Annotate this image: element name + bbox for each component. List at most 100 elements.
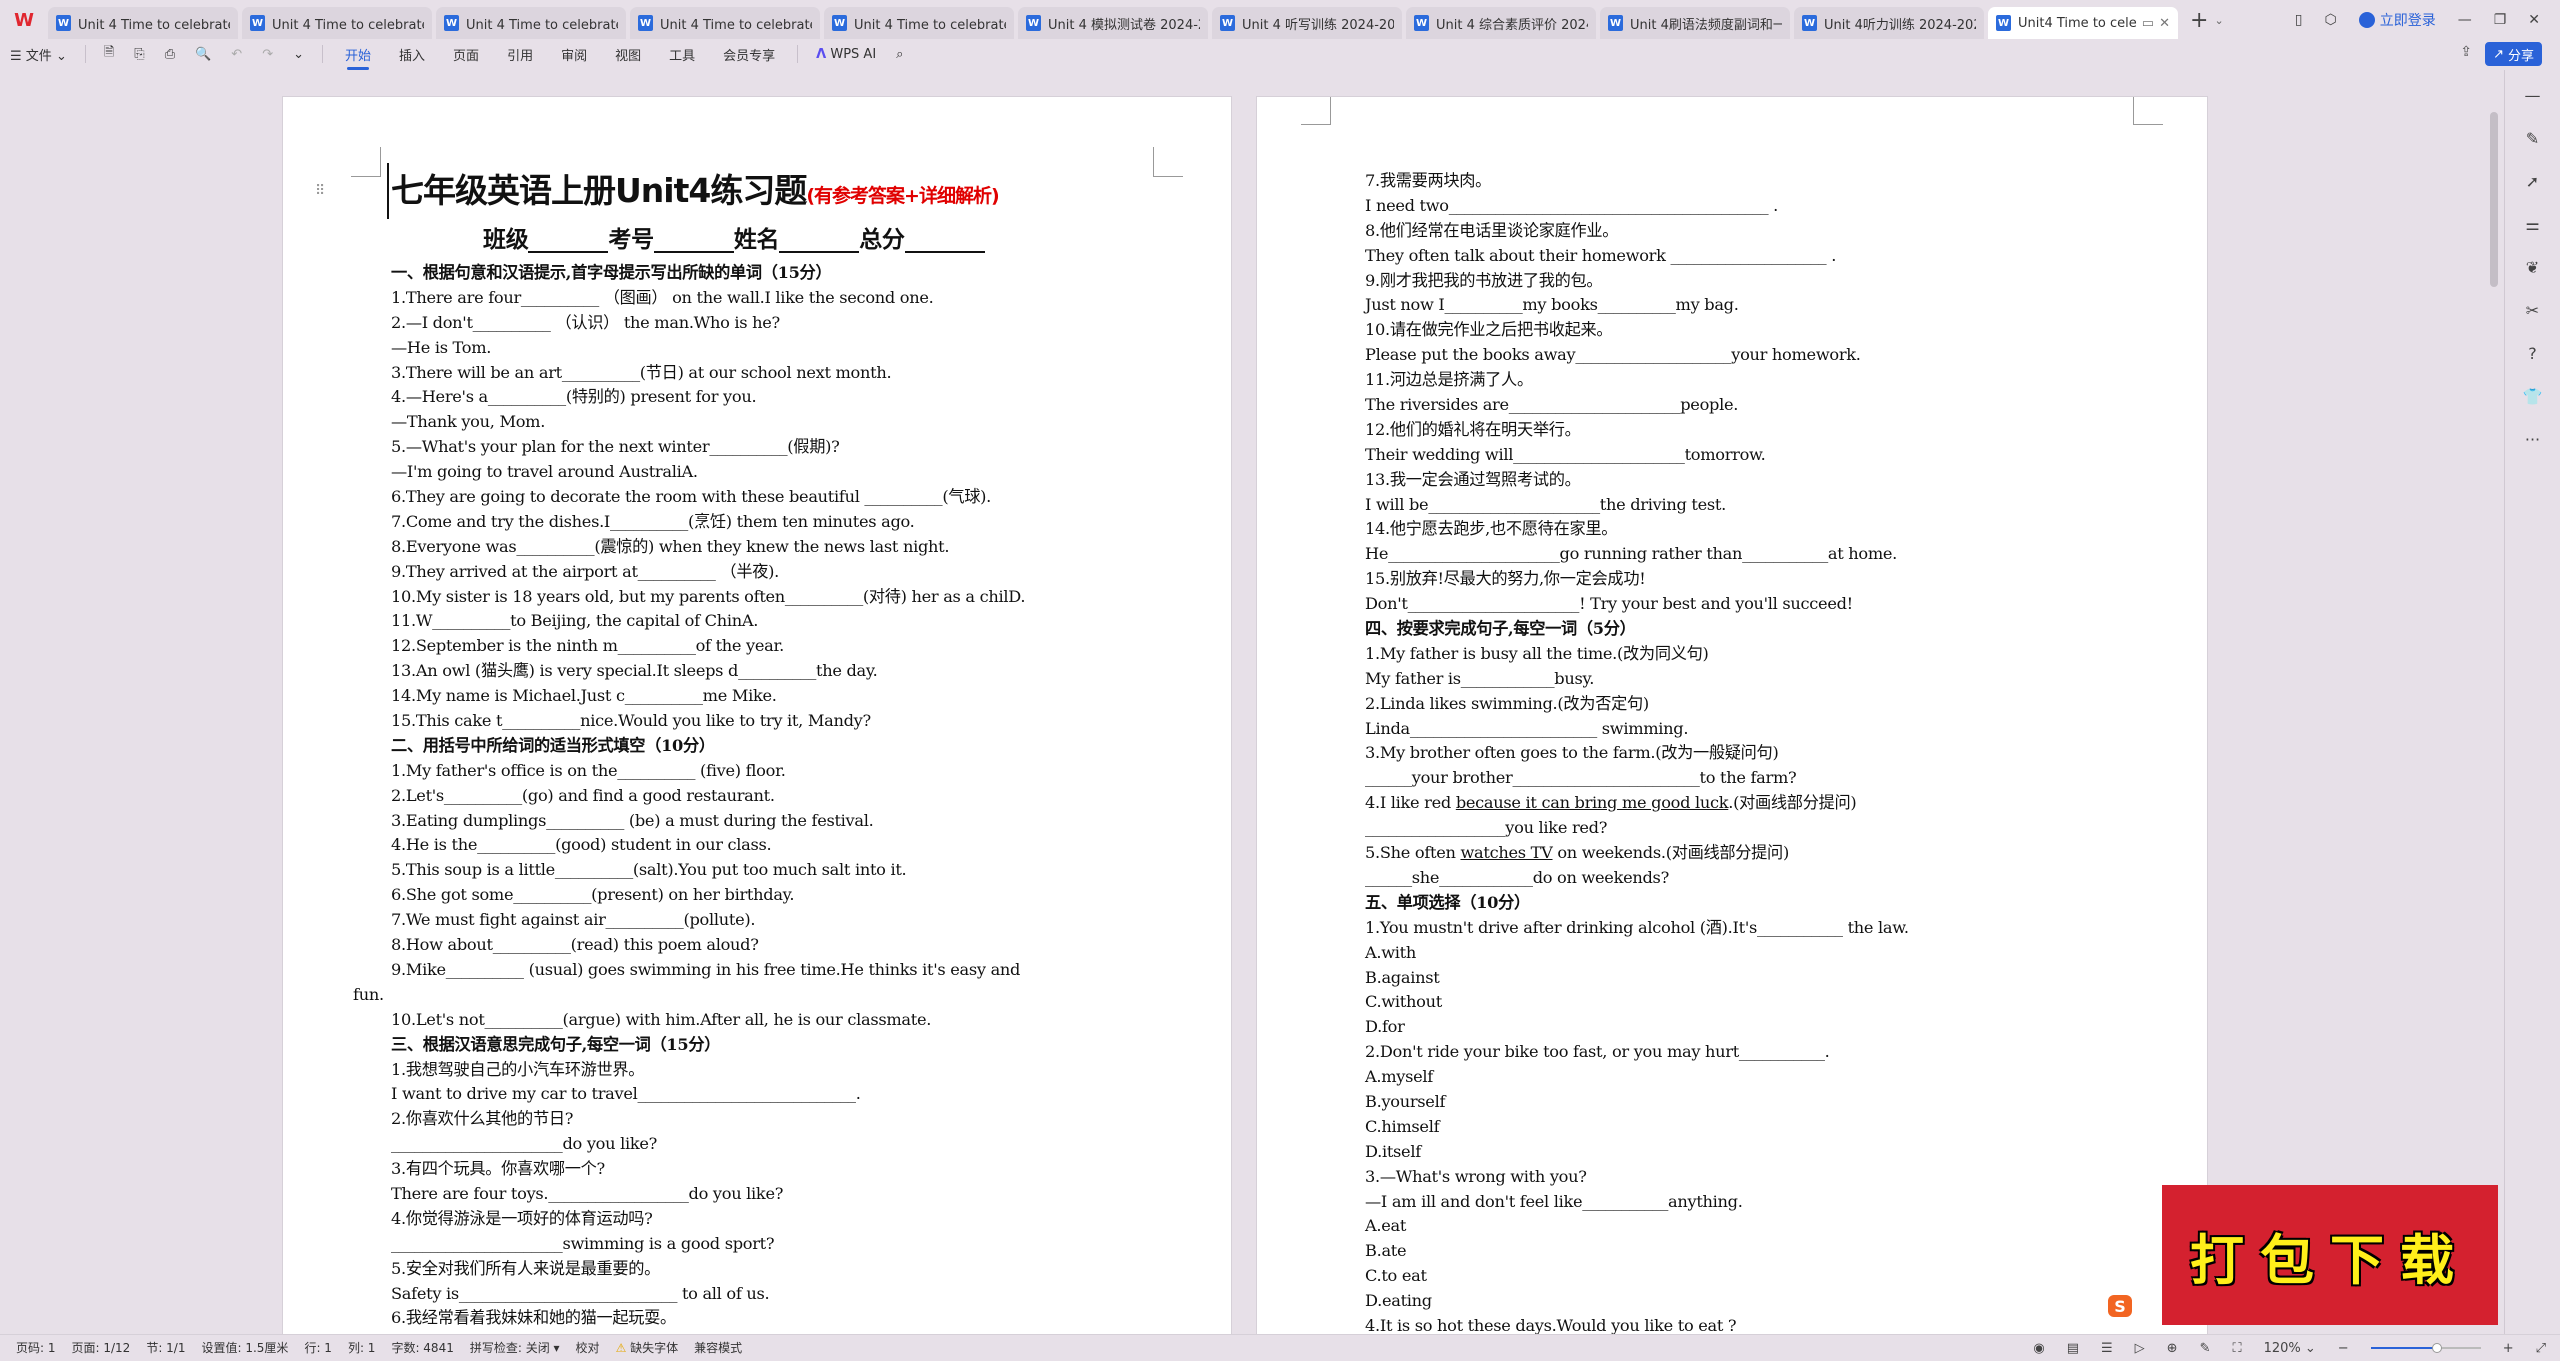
tab-document[interactable]: WUnit 4听力训练 2024-2025 [1794, 7, 1984, 39]
document-page-1[interactable]: ⠿ 七年级英语上册Unit4练习题(有参考答案+详细解析) 班级考号姓名总分 一… [282, 96, 1232, 1336]
zoom-out-button[interactable]: − [2338, 1341, 2349, 1356]
line-text: 8.How about__________(read) this poem al… [391, 935, 759, 954]
tab-document[interactable]: WUnit 4 模拟测试卷 2024-20 [1018, 7, 1208, 39]
play-icon[interactable]: ▷ [2135, 1341, 2145, 1356]
close-button[interactable]: ✕ [2528, 12, 2540, 28]
info-blank[interactable] [528, 229, 608, 253]
more-icon[interactable]: ··· [2525, 430, 2540, 449]
fullscreen-icon[interactable]: ⤢ [2536, 1341, 2546, 1356]
web-view-icon[interactable]: ⊕ [2167, 1341, 2178, 1356]
help-icon[interactable]: ? [2528, 344, 2537, 363]
theme-icon[interactable]: 👕 [2523, 387, 2543, 406]
zoom-slider-knob[interactable] [2432, 1343, 2442, 1353]
menu-tab[interactable]: 引用 [507, 45, 533, 64]
settings-cube-icon[interactable]: ⬡ [2324, 12, 2336, 28]
select-cursor-icon[interactable]: ➚ [2526, 172, 2539, 191]
line-text: 9.刚才我把我的书放进了我的包。 [1365, 271, 1602, 290]
share-button[interactable]: ↗分享 [2485, 42, 2542, 66]
wps-ai-button[interactable]: Λ WPS AI [816, 47, 876, 62]
info-blank[interactable] [654, 229, 734, 253]
question-line: 3.Eating dumplings__________ (be) a must… [391, 809, 1181, 834]
menu-tab[interactable]: 视图 [615, 45, 641, 64]
question-line: 2.Linda likes swimming.(改为否定句) [1365, 692, 2165, 717]
tab-document[interactable]: WUnit 4 Time to celebrate 单 [242, 7, 432, 39]
question-line: 7.Come and try the dishes.I__________(烹饪… [391, 510, 1181, 535]
tools-icon[interactable]: ✂ [2526, 301, 2539, 320]
line-text: __________________you like red? [1365, 818, 1607, 837]
file-menu[interactable]: ☰ 文件 ⌄ [10, 45, 67, 64]
drag-handle-icon[interactable]: ⠿ [315, 183, 325, 199]
minimize-button[interactable]: — [2458, 12, 2472, 28]
tab-document[interactable]: WUnit 4 听写训练 2024-2025 [1212, 7, 1402, 39]
print-preview-icon[interactable]: 🔍 [195, 47, 211, 62]
maximize-button[interactable]: ❐ [2494, 12, 2507, 28]
menu-tab[interactable]: 插入 [399, 45, 425, 64]
eye-protect-icon[interactable]: ◉ [2033, 1341, 2044, 1356]
fit-page-icon[interactable]: ⛶ [2232, 1341, 2241, 1356]
tab-label: Unit4 Time to celeb [2018, 16, 2137, 31]
cloud-upload-icon[interactable]: ⇪ [2460, 44, 2472, 60]
question-line: 3.有四个玩具。你喜欢哪一个? [391, 1157, 1181, 1182]
style-icon[interactable]: ❦ [2526, 258, 2539, 277]
menu-tab[interactable]: 页面 [453, 45, 479, 64]
export-icon[interactable]: ⎘ [134, 47, 144, 62]
menu-tab[interactable]: 工具 [669, 45, 695, 64]
page-1-content: 七年级英语上册Unit4练习题(有参考答案+详细解析) 班级考号姓名总分 一、根… [391, 163, 1181, 1331]
line-text: 5.She often [1365, 843, 1460, 862]
status-item: 行: 1 [304, 1339, 332, 1356]
page-view-icon[interactable]: ▤ [2067, 1341, 2079, 1356]
tab-document[interactable]: WUnit4 Time to celeb▭✕ [1988, 7, 2178, 39]
line-text: 7.我需要两块肉。 [1365, 171, 1491, 190]
line-text: 5.This soup is a little__________(salt).… [391, 860, 906, 879]
outline-view-icon[interactable]: ☰ [2101, 1341, 2113, 1356]
tab-document[interactable]: WUnit 4 综合素质评价 2024- [1406, 7, 1596, 39]
more-chevron-icon[interactable]: ⌄ [293, 47, 304, 62]
undo-icon[interactable]: ↶ [231, 47, 242, 62]
tab-label: Unit 4刷语法频度副词和一般 [1630, 14, 1782, 33]
menu-tab[interactable]: 开始 [345, 45, 371, 64]
annotate-icon[interactable]: ✎ [2200, 1341, 2211, 1356]
tab-document[interactable]: WUnit 4 Time to celebrate课 [630, 7, 820, 39]
missing-font-indicator[interactable]: ⚠ 缺失字体 [616, 1339, 679, 1356]
redo-icon[interactable]: ↷ [262, 47, 273, 62]
save-icon[interactable]: 🗎 [104, 43, 114, 65]
menu-tab[interactable]: 会员专享 [723, 45, 775, 64]
question-line: 7.我需要两块肉。 [1365, 169, 2165, 194]
line-text: 4.你觉得游泳是一项好的体育运动吗? [391, 1209, 653, 1228]
info-blank[interactable] [779, 229, 859, 253]
login-button[interactable]: 立即登录 [2359, 10, 2436, 30]
line-text: C.without [1365, 992, 1442, 1011]
screen-icon[interactable]: ▭ [2142, 16, 2154, 31]
zoom-slider[interactable] [2371, 1347, 2481, 1349]
ime-logo-icon[interactable]: S [2108, 1295, 2132, 1317]
tab-list-chevron-icon[interactable]: ⌄ [2214, 14, 2223, 27]
tab-document[interactable]: WUnit 4 Time to celebrate单 [436, 7, 626, 39]
menu-tab[interactable]: 审阅 [561, 45, 587, 64]
question-line: 14.My name is Michael.Just c__________me… [391, 684, 1181, 709]
line-text: 6.我经常看着我妹妹和她的猫一起玩耍。 [391, 1308, 676, 1327]
collapse-icon[interactable]: — [2525, 86, 2541, 105]
tablet-mode-icon[interactable]: ▯ [2295, 12, 2303, 28]
tab-document[interactable]: WUnit 4 Time to celebrate重 [824, 7, 1014, 39]
print-icon[interactable]: ⎙ [165, 47, 175, 62]
search-icon[interactable]: ⌕ [896, 47, 903, 62]
wps-logo-icon[interactable]: W [0, 0, 48, 40]
question-line: 1.My father's office is on the__________… [391, 759, 1181, 784]
tab-document[interactable]: WUnit 4 Time to celebrate 单 [48, 7, 238, 39]
download-banner[interactable]: 打包下载 [2162, 1185, 2498, 1325]
question-line: I will be______________________the drivi… [1365, 493, 2165, 518]
new-tab-button[interactable]: + [2190, 8, 2208, 33]
window-controls: ▯ ⬡ 立即登录 — ❐ ✕ [2295, 0, 2560, 40]
info-blank[interactable] [905, 229, 985, 253]
close-tab-icon[interactable]: ✕ [2159, 16, 2170, 31]
line-text: 14.他宁愿去跑步,也不愿待在家里。 [1365, 519, 1617, 538]
question-line: 6.She got some__________(present) on her… [391, 883, 1181, 908]
zoom-in-button[interactable]: + [2503, 1341, 2514, 1356]
zoom-dropdown[interactable]: 120% ⌄ [2264, 1341, 2316, 1356]
document-page-2[interactable]: 7.我需要两块肉。I need two_____________________… [1256, 96, 2208, 1336]
adjust-sliders-icon[interactable]: ⚌ [2525, 215, 2539, 234]
line-text: 四、按要求完成句子,每空一词（5分） [1365, 619, 1636, 638]
pen-icon[interactable]: ✎ [2526, 129, 2539, 148]
tab-document[interactable]: WUnit 4刷语法频度副词和一般 [1600, 7, 1790, 39]
vertical-scrollbar[interactable] [2490, 112, 2498, 287]
